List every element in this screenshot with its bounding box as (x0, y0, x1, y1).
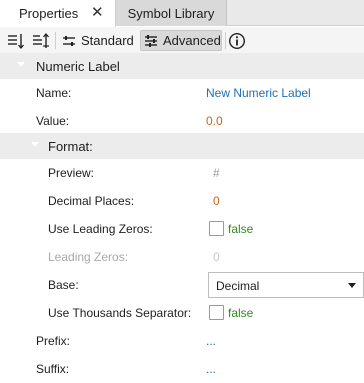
name-value[interactable]: New Numeric Label (206, 86, 311, 100)
use-leading-zeros-label: Use Leading Zeros: (48, 222, 153, 236)
name-label: Name: (36, 86, 72, 100)
suffix-label: Suffix: (36, 362, 70, 376)
decimal-places-value[interactable]: 0 (213, 194, 220, 208)
thousands-separator-value: false (228, 306, 254, 320)
chevron-down-icon (348, 283, 356, 288)
suffix-edit-button[interactable]: ... (206, 362, 216, 376)
base-select-value: Decimal (216, 279, 260, 293)
thousands-separator-label: Use Thousands Separator: (48, 306, 192, 320)
section-title: Format: (48, 139, 93, 154)
property-row-leading-zeros: Leading Zeros: 0 (0, 243, 364, 271)
property-row-name: Name: New Numeric Label (0, 79, 364, 107)
value-value[interactable]: 0.0 (206, 114, 223, 128)
use-leading-zeros-checkbox[interactable] (209, 221, 224, 236)
leading-zeros-label: Leading Zeros: (48, 250, 129, 264)
tab-symbol-library-label: Symbol Library (127, 5, 215, 21)
advanced-label: Advanced (163, 33, 221, 48)
property-row-preview: Preview: # (0, 159, 364, 187)
section-format[interactable]: Format: (0, 133, 364, 159)
collapse-caret-icon[interactable] (17, 62, 25, 67)
collapse-caret-icon[interactable] (31, 142, 39, 147)
sliders-icon (63, 35, 75, 46)
value-label: Value: (36, 114, 70, 128)
info-button[interactable] (228, 30, 248, 51)
info-icon (228, 32, 246, 49)
property-row-use-leading-zeros: Use Leading Zeros: false (0, 215, 364, 243)
sort-ascending-button[interactable] (31, 30, 51, 51)
leading-zeros-value: 0 (213, 250, 220, 264)
decimal-places-label: Decimal Places: (48, 194, 135, 208)
base-label: Base: (48, 278, 79, 292)
sort-ascending-icon (33, 32, 49, 48)
sliders-icon (145, 34, 157, 47)
toolbar: Standard Advanced (0, 27, 364, 54)
sort-descending-button[interactable] (6, 30, 26, 51)
prefix-edit-button[interactable]: ... (206, 334, 216, 348)
standard-button[interactable]: Standard (59, 30, 137, 51)
advanced-button[interactable]: Advanced (140, 30, 222, 51)
tab-symbol-library[interactable]: Symbol Library (116, 0, 227, 26)
section-numeric-label[interactable]: Numeric Label (0, 53, 364, 79)
section-title: Numeric Label (36, 59, 120, 74)
base-select[interactable]: Decimal (208, 272, 364, 298)
preview-value: # (213, 166, 220, 180)
property-row-decimal-places: Decimal Places: 0 (0, 187, 364, 215)
thousands-separator-checkbox[interactable] (209, 305, 224, 320)
toolbar-separator (225, 32, 226, 49)
sort-descending-icon (8, 33, 24, 49)
tab-properties[interactable]: Properties ✕ (0, 0, 116, 27)
tab-bar: Properties ✕ Symbol Library (0, 0, 364, 27)
property-row-base: Base: Decimal (0, 271, 364, 299)
property-row-prefix: Prefix: ... (0, 327, 364, 355)
preview-label: Preview: (48, 166, 95, 180)
use-leading-zeros-value: false (228, 222, 254, 236)
close-icon[interactable]: ✕ (91, 3, 104, 21)
property-row-value: Value: 0.0 (0, 107, 364, 135)
property-row-thousands-separator: Use Thousands Separator: false (0, 299, 364, 327)
toolbar-separator (55, 32, 56, 49)
standard-label: Standard (81, 33, 134, 48)
prefix-label: Prefix: (36, 334, 71, 348)
tab-properties-label: Properties (19, 6, 79, 21)
